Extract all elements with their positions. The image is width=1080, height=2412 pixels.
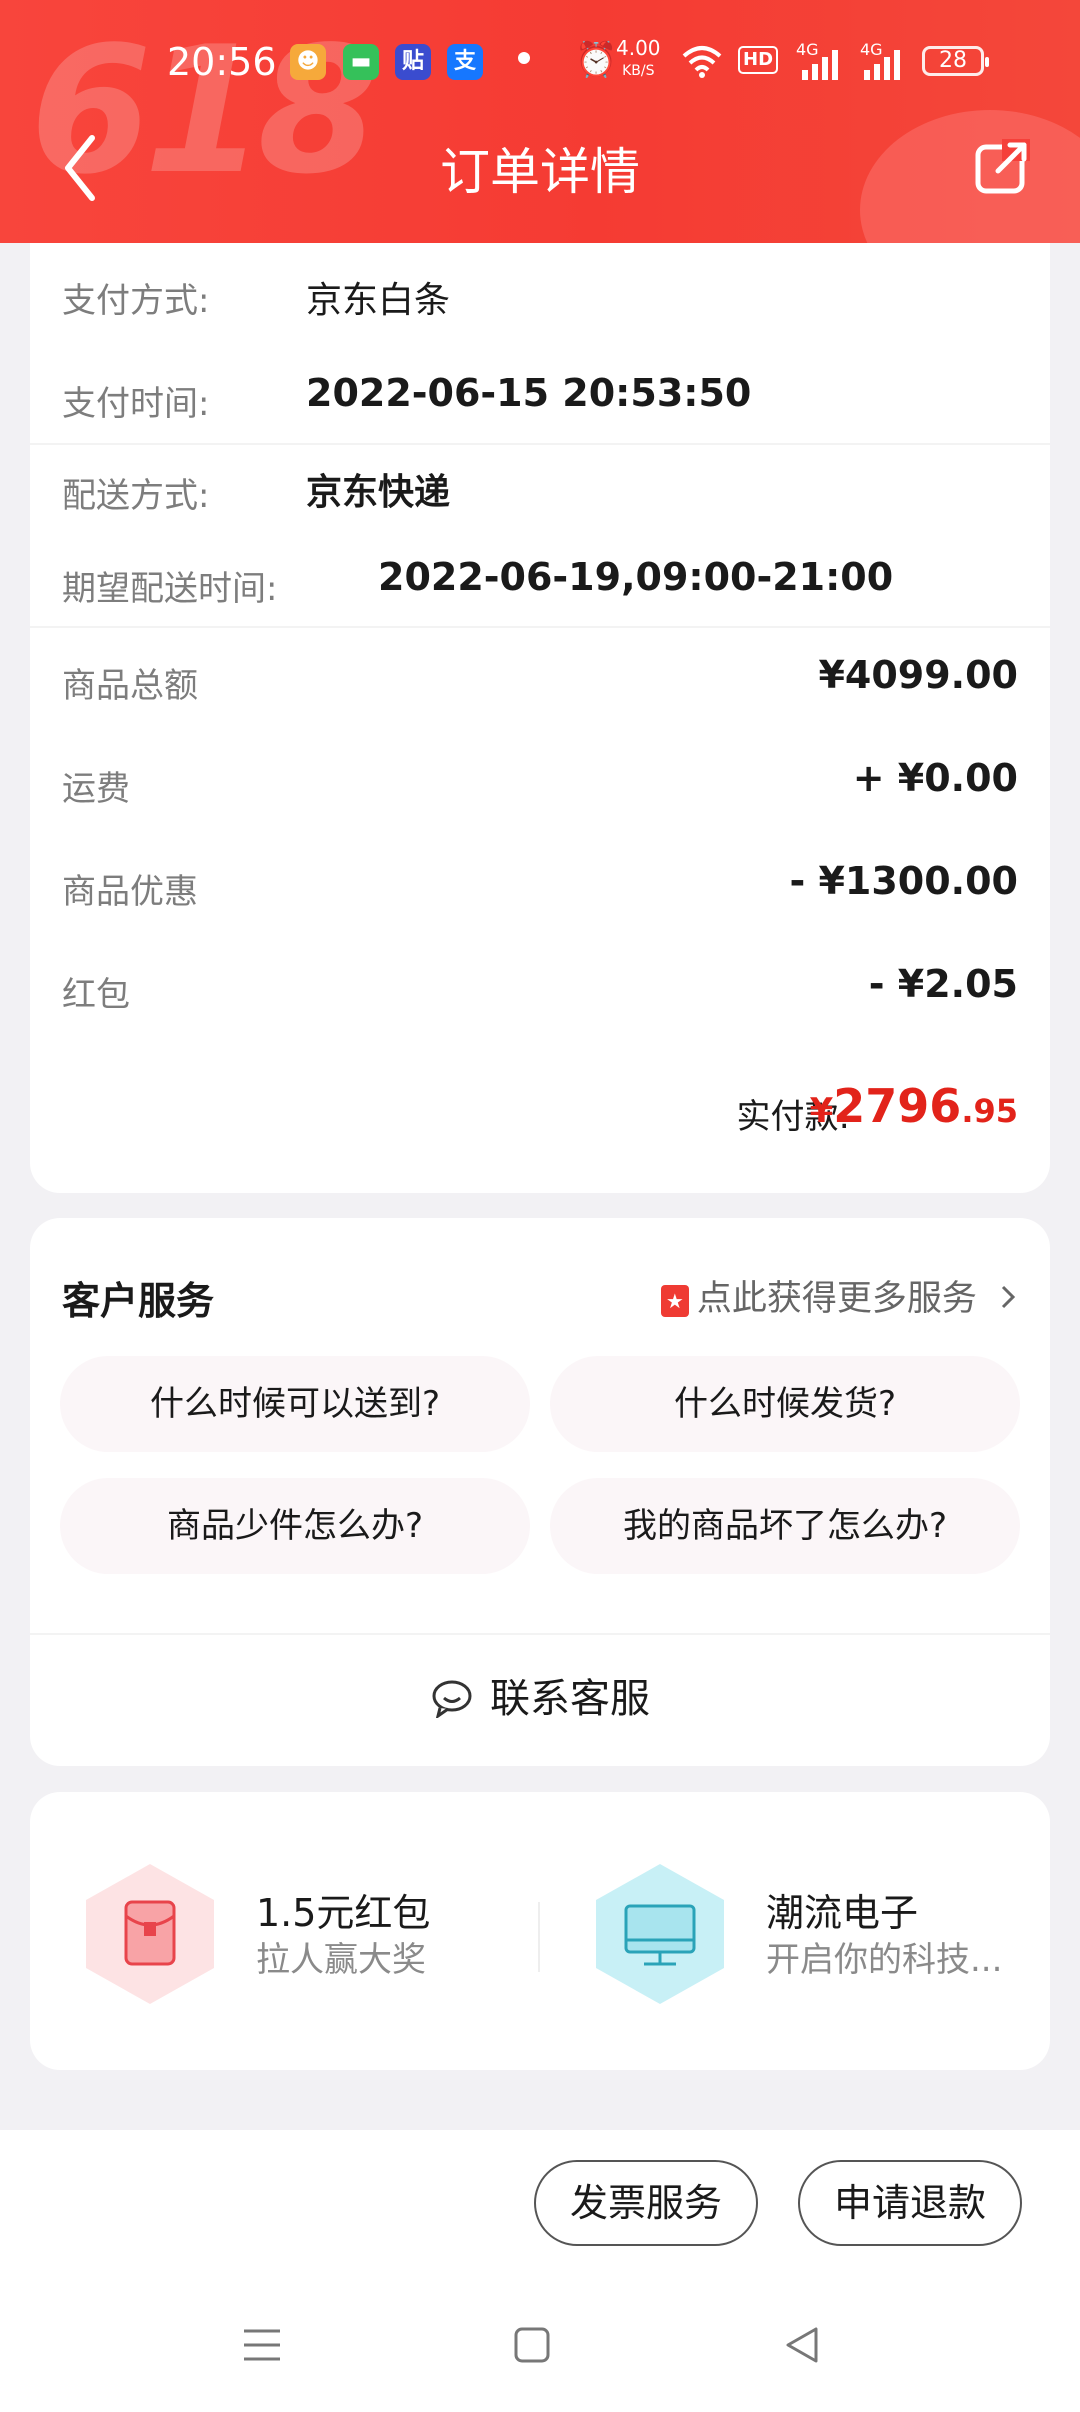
shipping-fee-label: 运费 — [62, 769, 130, 809]
more-services-link[interactable]: ★ 点此获得更多服务 — [660, 1270, 1018, 1321]
star-badge-icon: ★ — [660, 1285, 689, 1317]
paid-decimal: .95 — [961, 1092, 1018, 1130]
customer-service-title: 客户服务 — [62, 1279, 215, 1323]
red-packet-label: 红包 — [62, 975, 130, 1015]
wifi-icon — [682, 46, 722, 78]
goods-discount-label: 商品优惠 — [62, 872, 198, 912]
expected-delivery-label: 期望配送时间: — [62, 569, 278, 609]
payment-method-value: 京东白条 — [306, 280, 451, 321]
payment-time-value: 2022-06-15 20:53:50 — [306, 371, 752, 415]
invoice-service-button[interactable]: 发票服务 — [534, 2160, 758, 2246]
signal-icon-2 — [864, 50, 900, 80]
red-envelope-icon — [86, 1864, 214, 2004]
customer-service-card: 客户服务 ★ 点此获得更多服务 什么时候可以送到? 什么时候发货? 商品少件怎么办… — [30, 1218, 1050, 1766]
expected-delivery-value: 2022-06-19,09:00-21:00 — [378, 555, 894, 599]
delivery-method-value: 京东快递 — [306, 472, 451, 513]
shipping-fee-value: + ¥0.00 — [852, 756, 1018, 800]
divider — [30, 443, 1050, 445]
monitor-icon — [596, 1864, 724, 2004]
header-bar: 618 20:56 ☻ ▬ 贴 支 ⏰ 4.00 KB/S HD 4G 4G 2 — [0, 0, 1080, 243]
faq-when-shipped[interactable]: 什么时候发货? — [550, 1356, 1020, 1452]
net-speed-value: 4.00 — [616, 36, 661, 60]
apply-refund-button[interactable]: 申请退款 — [798, 2160, 1022, 2246]
delivery-method-label: 配送方式: — [62, 476, 210, 516]
contact-service-button[interactable]: 联系客服 — [30, 1633, 1050, 1768]
paid-amount-value: ¥2796.95 — [810, 1079, 1018, 1133]
goods-total-value: ¥4099.00 — [818, 653, 1018, 697]
signal-icon-1 — [802, 50, 838, 80]
promo-red-packet-title: 1.5元红包 — [256, 1891, 431, 1935]
goods-total-label: 商品总额 — [62, 666, 198, 706]
payment-time-label: 支付时间: — [62, 384, 210, 424]
paid-integer: 2796 — [833, 1079, 962, 1133]
divider — [30, 626, 1050, 628]
home-square-icon[interactable] — [512, 2325, 552, 2365]
battery-indicator: 28 — [922, 46, 989, 76]
promo-divider — [538, 1902, 540, 1972]
goods-discount-value: - ¥1300.00 — [789, 859, 1018, 903]
net-speed: 4.00 KB/S — [616, 38, 661, 81]
chat-bubble-icon — [432, 1680, 472, 1718]
promo-card: 1.5元红包 拉人赢大奖 潮流电子 开启你的科技... — [30, 1792, 1050, 2070]
faq-missing-items[interactable]: 商品少件怎么办? — [60, 1478, 530, 1574]
notification-dot-icon — [518, 52, 530, 64]
contact-service-label: 联系客服 — [490, 1676, 650, 1722]
chevron-right-icon — [1001, 1285, 1016, 1309]
bottom-action-bar: 发票服务 申请退款 — [0, 2130, 1080, 2412]
promo-electronics-subtitle: 开启你的科技... — [766, 1940, 1003, 1980]
emoji-app-icon: ☻ — [290, 44, 326, 80]
alarm-icon: ⏰ — [575, 40, 618, 80]
status-time: 20:56 — [167, 40, 277, 84]
promo-electronics-title: 潮流电子 — [766, 1891, 919, 1935]
tieba-app-icon: 贴 — [395, 44, 431, 80]
order-info-card: 支付方式: 京东白条 支付时间: 2022-06-15 20:53:50 配送方… — [30, 243, 1050, 1193]
hd-badge: HD — [738, 46, 779, 74]
page-title: 订单详情 — [440, 143, 640, 201]
payment-method-label: 支付方式: — [62, 281, 210, 321]
red-packet-value: - ¥2.05 — [868, 962, 1018, 1006]
back-triangle-icon[interactable] — [782, 2325, 822, 2365]
alipay-app-icon: 支 — [447, 44, 483, 80]
faq-damaged-goods[interactable]: 我的商品坏了怎么办? — [550, 1478, 1020, 1574]
share-icon[interactable] — [972, 137, 1032, 197]
more-services-label: 点此获得更多服务 — [696, 1279, 977, 1319]
faq-when-delivered[interactable]: 什么时候可以送到? — [60, 1356, 530, 1452]
status-bar: 20:56 ☻ ▬ 贴 支 ⏰ 4.00 KB/S HD 4G 4G 28 — [0, 0, 1080, 120]
menu-icon[interactable] — [240, 2325, 284, 2365]
net-speed-unit: KB/S — [622, 63, 655, 79]
message-app-icon: ▬ — [343, 44, 379, 80]
promo-red-packet-subtitle: 拉人赢大奖 — [256, 1940, 426, 1980]
paid-currency: ¥ — [809, 1091, 834, 1131]
